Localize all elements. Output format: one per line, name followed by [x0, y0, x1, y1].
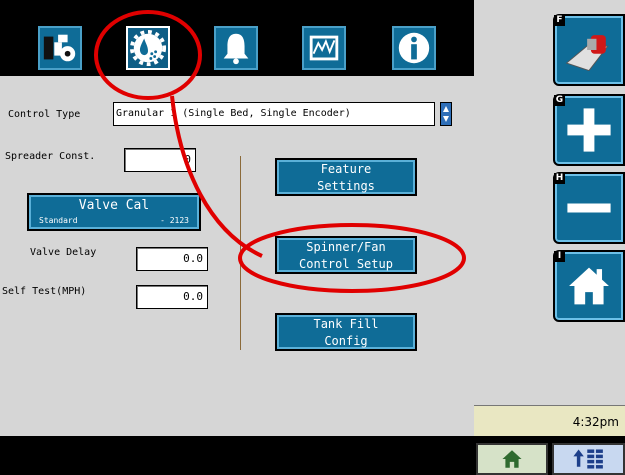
valve-cal-button[interactable]: Valve Cal Standard - 2123 — [27, 193, 201, 231]
machine-settings-tab[interactable] — [36, 24, 84, 72]
machine-icon — [43, 34, 76, 62]
display-screen: Control Type Granular 1 (Single Bed, Sin… — [0, 0, 625, 475]
info-icon — [398, 32, 430, 64]
alarms-tab[interactable] — [212, 24, 260, 72]
graph-icon — [309, 35, 339, 61]
softkey-h-letter: H — [554, 173, 565, 184]
spreader-const-label: Spreader Const. — [5, 151, 96, 162]
tank-fill-config-button[interactable]: Tank Fill Config — [275, 313, 417, 351]
application-settings-tab[interactable] — [124, 24, 172, 72]
self-test-field[interactable]: 0.0 — [136, 285, 208, 309]
control-type-label: Control Type — [8, 109, 81, 120]
softkey-i-letter: I — [554, 251, 565, 262]
spinner-fan-line1: Spinner/Fan — [306, 240, 386, 254]
tank-fill-line2: Config — [324, 334, 368, 348]
feature-settings-button[interactable]: Feature Settings — [275, 158, 417, 196]
home-page-button[interactable] — [476, 443, 548, 475]
tank-fill-line1: Tank Fill — [313, 317, 379, 331]
spreader-const-field[interactable]: 0 — [124, 148, 196, 172]
feature-settings-line1: Feature — [320, 162, 372, 176]
bell-icon — [223, 33, 249, 65]
menu-grid-icon — [572, 449, 603, 469]
spinner-fan-control-setup-button[interactable]: Spinner/Fan Control Setup — [275, 236, 417, 274]
gear-droplet-icon — [129, 29, 167, 67]
toggle-switch-icon — [565, 35, 609, 72]
valve-cal-title: Valve Cal — [78, 198, 150, 213]
tab-bar — [0, 0, 474, 76]
plus-icon — [567, 108, 611, 152]
valve-delay-label: Valve Delay — [30, 247, 97, 258]
home-icon — [502, 450, 522, 468]
spinner-fan-line2: Control Setup — [299, 257, 393, 271]
self-test-label: Self Test(MPH) — [2, 286, 87, 297]
control-type-spinner[interactable] — [440, 102, 452, 126]
valve-cal-value: - 2123 — [160, 216, 189, 225]
home-icon — [569, 267, 609, 305]
divider — [240, 156, 241, 350]
clock: 4:32pm — [474, 405, 625, 438]
info-tab[interactable] — [390, 24, 438, 72]
valve-cal-details: Standard - 2123 — [29, 215, 199, 227]
softkey-g-letter: G — [554, 95, 565, 106]
valve-cal-mode: Standard — [39, 216, 78, 225]
softkey-f-letter: F — [554, 15, 565, 26]
minus-icon — [567, 203, 611, 213]
control-type-dropdown[interactable]: Granular 1 (Single Bed, Single Encoder) — [113, 102, 435, 126]
diagnostics-tab[interactable] — [300, 24, 348, 72]
menu-button[interactable] — [552, 443, 625, 475]
valve-delay-field[interactable]: 0.0 — [136, 247, 208, 271]
feature-settings-line2: Settings — [317, 179, 375, 193]
